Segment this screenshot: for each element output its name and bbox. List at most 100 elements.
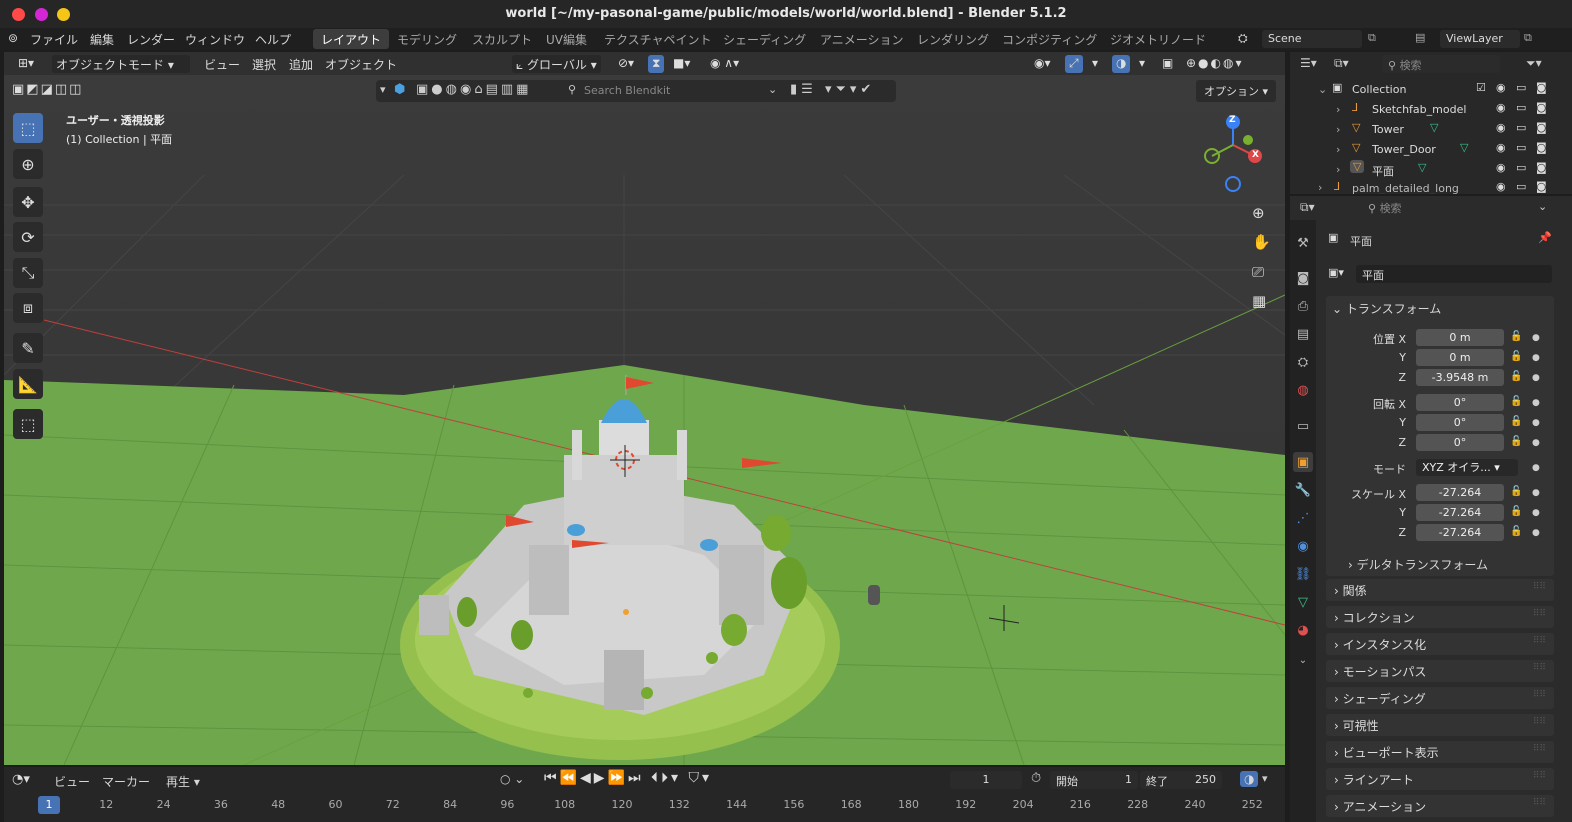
expand-arrow-icon[interactable]: ⌄ (1318, 83, 1327, 96)
transform-tool[interactable]: ⧈ (13, 293, 43, 323)
panel-shading[interactable]: › シェーディング ⠿⠿ (1326, 687, 1554, 709)
render-camera-icon[interactable]: ◙ (1536, 101, 1547, 114)
select-mode-icons[interactable]: ▣◩◪◫◫ (12, 82, 83, 97)
view-layer-icon[interactable]: ▤ (1415, 31, 1425, 44)
camera-icon[interactable]: ⎚ (1252, 263, 1264, 281)
keyframe-dot-icon[interactable]: ● (1532, 508, 1540, 518)
xray-icon[interactable]: ▣ (1158, 55, 1177, 73)
lock-icon[interactable]: 🔓 (1510, 506, 1522, 517)
view-layer-field[interactable]: ViewLayer (1440, 30, 1520, 48)
blendkit-dropdown-icon[interactable]: ⌄ (768, 83, 777, 96)
tab-layout[interactable]: レイアウト (313, 29, 390, 49)
data-tab-icon[interactable]: ▽ (1293, 592, 1313, 612)
tab-geometry-nodes[interactable]: ジオメトリノード (1102, 29, 1214, 49)
outliner-item[interactable]: › ⅃ Sketchfab_model ◉ ▭ ◙ (1290, 100, 1560, 120)
menu-window[interactable]: ウィンドウ (185, 31, 245, 48)
panel-collections[interactable]: › コレクション ⠿⠿ (1326, 606, 1554, 628)
blendkit-logo-icon[interactable]: ⬢ (394, 82, 405, 97)
outliner-item[interactable]: › ▽ Tower ▽ ◉ ▭ ◙ (1290, 120, 1560, 140)
mode-select[interactable]: オブジェクトモード ▾ (52, 55, 190, 73)
pin-icon[interactable]: 📌 (1538, 231, 1552, 244)
transform-panel-header[interactable]: ⌄ トランスフォーム (1332, 300, 1441, 317)
delta-transform-header[interactable]: › デルタトランスフォーム (1348, 556, 1488, 573)
location-y-field[interactable]: 0 m (1416, 349, 1504, 366)
blendkit-menu-icon[interactable]: ▾ (380, 83, 386, 96)
panel-motion-paths[interactable]: › モーションパス ⠿⠿ (1326, 660, 1554, 682)
scene-tab-icon[interactable]: ⛭ (1293, 352, 1313, 372)
outliner-item[interactable]: › ⅃ palm_detailed_long ◉ ▭ ◙ (1290, 180, 1560, 194)
keyframe-dot-icon[interactable]: ● (1532, 463, 1540, 473)
overlay-menu-icon[interactable]: ▾ (1135, 55, 1149, 73)
tab-modeling[interactable]: モデリング (389, 29, 465, 49)
timeline-menu-view[interactable]: ビュー (54, 773, 90, 790)
timeline-menu-marker[interactable]: マーカー (102, 773, 150, 790)
panel-line-art[interactable]: › ラインアート ⠿⠿ (1326, 768, 1554, 790)
asset-type-icons[interactable]: ▣●◍◉⌂▤▥▦ (416, 82, 531, 97)
menu-file[interactable]: ファイル (30, 31, 78, 48)
menu-select[interactable]: 選択 (248, 55, 280, 73)
tab-animation[interactable]: アニメーション (812, 29, 912, 49)
world-tab-icon[interactable]: ◍ (1293, 380, 1313, 400)
outliner-editor-icon[interactable]: ☰▾ (1300, 56, 1317, 70)
timeline-overlay-icon[interactable]: ◑ (1240, 771, 1259, 787)
panel-viewport-display[interactable]: › ビューポート表示 ⠿⠿ (1326, 741, 1554, 763)
lock-icon[interactable]: 🔓 (1510, 371, 1522, 382)
more-tabs-icon[interactable]: ⌄ (1293, 650, 1313, 670)
display-mode-icon[interactable]: ⧉▾ (1334, 56, 1349, 71)
location-x-field[interactable]: 0 m (1416, 329, 1504, 346)
render-tab-icon[interactable]: ◙ (1293, 268, 1313, 288)
scale-tool[interactable]: ⤡ (13, 258, 43, 288)
timeline-editor-icon[interactable]: ◔▾ (12, 772, 30, 787)
cursor-tool[interactable]: ⊕ (13, 149, 43, 179)
object-data-icon[interactable]: ▣▾ (1328, 266, 1344, 279)
keyframe-dot-icon[interactable]: ● (1532, 438, 1540, 448)
orientation-select[interactable]: ⟀ グローバル ▾ (512, 55, 601, 73)
timeline-overlay-menu-icon[interactable]: ▾ (1262, 772, 1268, 785)
collection-tab-icon[interactable]: ▭ (1293, 416, 1313, 436)
stopwatch-icon[interactable]: ⏱ (1031, 771, 1041, 786)
blender-logo-icon[interactable]: ⊚ (8, 31, 18, 45)
tab-uv[interactable]: UV編集 (538, 29, 595, 49)
menu-help[interactable]: ヘルプ (255, 31, 291, 48)
panel-animation[interactable]: › アニメーション ⠿⠿ (1326, 795, 1554, 817)
menu-edit[interactable]: 編集 (90, 31, 114, 48)
object-tab-icon[interactable]: ▣ (1293, 452, 1313, 472)
tool-tab-icon[interactable]: ⚒ (1293, 233, 1313, 253)
outliner-item-selected[interactable]: › ▽ 平面 ▽ ◉ ▭ ◙ (1290, 160, 1560, 180)
new-scene-icon[interactable]: ⧉ (1368, 31, 1376, 45)
monitor-icon[interactable]: ▭ (1516, 81, 1526, 94)
tab-texture-paint[interactable]: テクスチャペイント (596, 29, 720, 49)
snap-icon[interactable]: ⧗ (648, 55, 665, 73)
blendkit-search-input[interactable]: Search Blendkit (584, 84, 670, 97)
scene-icon[interactable]: ⛭ (1238, 31, 1248, 46)
gizmo-menu-icon[interactable]: ▾ (1088, 55, 1102, 73)
keyframe-dot-icon[interactable]: ● (1532, 373, 1540, 383)
eye-icon[interactable]: ◉ (1496, 161, 1506, 174)
3d-viewport[interactable] (4, 75, 1285, 765)
blendkit-tools-icons[interactable]: ▮☰ ▾⏷▾✔ (790, 82, 875, 97)
keyframe-dot-icon[interactable]: ● (1532, 488, 1540, 498)
scale-y-field[interactable]: -27.264 (1416, 504, 1504, 521)
output-tab-icon[interactable]: ⎙ (1293, 296, 1313, 316)
select-box-tool[interactable]: ⬚ (13, 113, 43, 143)
render-camera-icon[interactable]: ◙ (1536, 180, 1547, 193)
particles-tab-icon[interactable]: ⋰ (1293, 508, 1313, 528)
outliner-item[interactable]: › ▽ Tower_Door ▽ ◉ ▭ ◙ (1290, 140, 1560, 160)
keying-icon[interactable]: ○ ⌄ (500, 772, 524, 786)
scene-field[interactable]: Scene (1262, 30, 1362, 48)
visibility-icon[interactable]: ◉▾ (1030, 55, 1055, 73)
render-camera-icon[interactable]: ◙ (1536, 141, 1547, 154)
lock-icon[interactable]: 🔓 (1510, 526, 1522, 537)
eye-icon[interactable]: ◉ (1496, 81, 1506, 94)
rotation-z-field[interactable]: 0° (1416, 434, 1504, 451)
expand-arrow-icon[interactable]: › (1336, 123, 1340, 136)
timeline-menu-playback[interactable]: 再生 ▾ (166, 773, 200, 790)
location-z-field[interactable]: -3.9548 m (1416, 369, 1504, 386)
expand-arrow-icon[interactable]: › (1336, 143, 1340, 156)
tab-sculpt[interactable]: スカルプト (464, 29, 540, 49)
measure-tool[interactable]: 📐 (13, 369, 43, 399)
render-camera-icon[interactable]: ◙ (1536, 161, 1547, 174)
object-name-field[interactable]: 平面 (1356, 265, 1552, 283)
outliner-search[interactable]: ⚲ 検索 (1382, 55, 1500, 73)
navigation-gizmo[interactable]: Z X (1198, 110, 1268, 200)
